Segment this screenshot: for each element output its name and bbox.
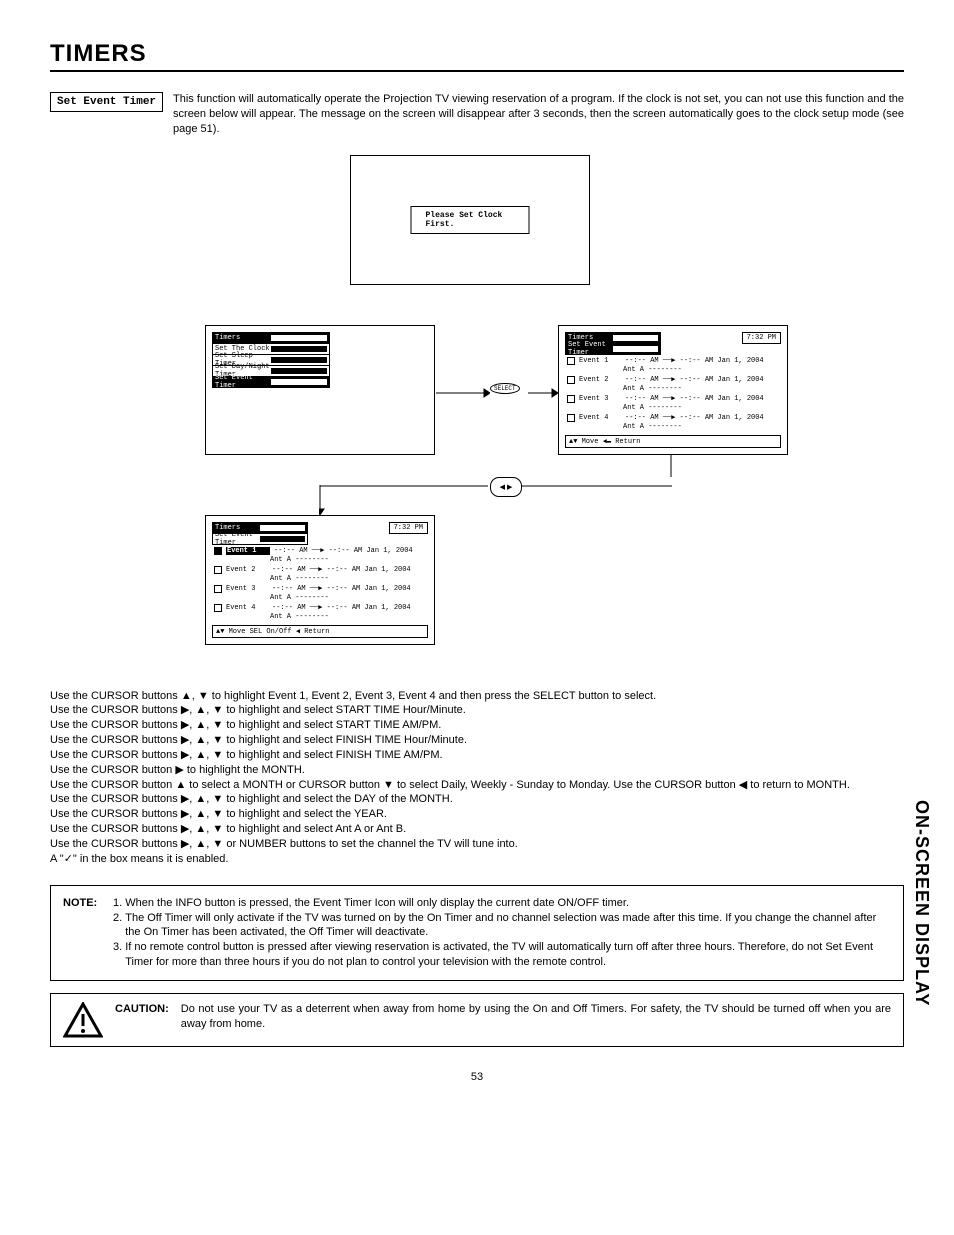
instruction-line: Use the CURSOR buttons ▶, ▲, ▼ to highli… bbox=[50, 822, 904, 837]
checkbox-icon bbox=[214, 566, 222, 574]
section-label: Set Event Timer bbox=[50, 92, 163, 112]
side-tab: ON-SCREEN DISPLAY bbox=[911, 800, 932, 1006]
checkbox-icon bbox=[567, 376, 575, 384]
event-sub: Ant A -------- bbox=[212, 613, 428, 622]
screen-timers-menu: Timers Set The Clock Set Sleep Timer Set… bbox=[205, 325, 435, 455]
event-sub: Ant A -------- bbox=[565, 385, 781, 394]
menu-subtitle: Set Event Timer bbox=[215, 531, 260, 547]
arrow-icon bbox=[271, 357, 327, 363]
instruction-line: Use the CURSOR button ▶ to highlight the… bbox=[50, 763, 904, 778]
event-row: Event 3--:-- AM ──▶ --:-- AM Jan 1, 2004 bbox=[565, 394, 781, 404]
event-sub: Ant A -------- bbox=[565, 423, 781, 432]
select-button-icon: SELECT bbox=[490, 383, 520, 394]
event-row: Event 1--:-- AM ──▶ --:-- AM Jan 1, 2004 bbox=[565, 356, 781, 366]
page-title: TIMERS bbox=[50, 40, 904, 72]
arrow-icon bbox=[271, 379, 327, 385]
footer-hint: ▲▼ Move SEL On/Off ◀ Return bbox=[212, 625, 428, 638]
clock-display: 7:32 PM bbox=[389, 522, 428, 534]
instruction-line: Use the CURSOR buttons ▶, ▲, ▼ or NUMBER… bbox=[50, 837, 904, 852]
intro-paragraph: This function will automatically operate… bbox=[173, 92, 904, 137]
arrow-icon bbox=[271, 346, 327, 352]
event-sub: Ant A -------- bbox=[565, 366, 781, 375]
event-row: Event 4--:-- AM ──▶ --:-- AM Jan 1, 2004 bbox=[212, 603, 428, 613]
instructions-block: Use the CURSOR buttons ▲, ▼ to highlight… bbox=[50, 689, 904, 867]
event-row: Event 2--:-- AM ──▶ --:-- AM Jan 1, 2004 bbox=[212, 565, 428, 575]
screen-event-list: Timers Set Event Timer 7:32 PM Event 1--… bbox=[558, 325, 788, 455]
arrow-icon bbox=[260, 536, 305, 542]
note-label: NOTE: bbox=[63, 896, 97, 970]
arrow-line bbox=[320, 485, 488, 487]
instruction-line: Use the CURSOR buttons ▶, ▲, ▼ to highli… bbox=[50, 748, 904, 763]
event-row: Event 2--:-- AM ──▶ --:-- AM Jan 1, 2004 bbox=[565, 375, 781, 385]
note-item: The Off Timer will only activate if the … bbox=[125, 911, 891, 941]
caution-text: Do not use your TV as a deterrent when a… bbox=[181, 1002, 891, 1032]
arrow-icon bbox=[528, 388, 558, 398]
screen-event-detail: Timers Set Event Timer 7:32 PM Event 1--… bbox=[205, 515, 435, 645]
warning-icon bbox=[63, 1002, 103, 1038]
page-number: 53 bbox=[50, 1071, 904, 1083]
diagram-area: Please Set Clock First. Timers Set The C… bbox=[50, 145, 904, 675]
arrow-icon bbox=[319, 485, 329, 515]
footer-hint: ▲▼ Move ◀▬ Return bbox=[565, 435, 781, 448]
instruction-line: Use the CURSOR buttons ▶, ▲, ▼ to highli… bbox=[50, 703, 904, 718]
note-box: NOTE: When the INFO button is pressed, t… bbox=[50, 885, 904, 981]
menu-item-selected: Set Event Timer bbox=[215, 374, 271, 390]
event-sub: Ant A -------- bbox=[212, 575, 428, 584]
caution-box: CAUTION: Do not use your TV as a deterre… bbox=[50, 993, 904, 1047]
screen-clock-warning: Please Set Clock First. bbox=[350, 155, 590, 285]
event-sub: Ant A -------- bbox=[565, 404, 781, 413]
checkbox-icon bbox=[567, 357, 575, 365]
instruction-line: A "✓" in the box means it is enabled. bbox=[50, 852, 904, 867]
arrow-icon bbox=[271, 368, 327, 374]
event-row: Event 3--:-- AM ──▶ --:-- AM Jan 1, 2004 bbox=[212, 584, 428, 594]
note-item: When the INFO button is pressed, the Eve… bbox=[125, 896, 891, 911]
instruction-line: Use the CURSOR buttons ▶, ▲, ▼ to highli… bbox=[50, 718, 904, 733]
menu-title: Timers bbox=[215, 334, 271, 342]
note-item: If no remote control button is pressed a… bbox=[125, 940, 891, 970]
event-row-selected: Event 1--:-- AM ──▶ --:-- AM Jan 1, 2004 bbox=[212, 546, 428, 556]
clock-warning-text: Please Set Clock First. bbox=[411, 206, 530, 234]
arrow-icon bbox=[613, 346, 658, 352]
menu-subtitle: Set Event Timer bbox=[568, 341, 613, 357]
arrow-icon bbox=[260, 525, 305, 531]
event-sub: Ant A -------- bbox=[212, 594, 428, 603]
arrow-icon bbox=[436, 388, 490, 398]
event-sub: Ant A -------- bbox=[212, 556, 428, 565]
clock-display: 7:32 PM bbox=[742, 332, 781, 344]
event-row: Event 4--:-- AM ──▶ --:-- AM Jan 1, 2004 bbox=[565, 413, 781, 423]
checkbox-icon bbox=[214, 604, 222, 612]
instruction-line: Use the CURSOR buttons ▶, ▲, ▼ to highli… bbox=[50, 792, 904, 807]
instruction-line: Use the CURSOR button ▲ to select a MONT… bbox=[50, 778, 904, 793]
instruction-line: Use the CURSOR buttons ▶, ▲, ▼ to highli… bbox=[50, 733, 904, 748]
checkbox-icon bbox=[214, 547, 222, 555]
instruction-line: Use the CURSOR buttons ▲, ▼ to highlight… bbox=[50, 689, 904, 704]
arrow-icon bbox=[613, 335, 658, 341]
arrow-line bbox=[522, 485, 672, 487]
checkbox-icon bbox=[567, 395, 575, 403]
checkbox-icon bbox=[567, 414, 575, 422]
arrow-line bbox=[670, 455, 672, 477]
checkbox-icon bbox=[214, 585, 222, 593]
menu-arrow-icon bbox=[271, 335, 327, 341]
instruction-line: Use the CURSOR buttons ▶, ▲, ▼ to highli… bbox=[50, 807, 904, 822]
cursor-pad-icon: ◀ ▶ bbox=[490, 477, 522, 497]
caution-label: CAUTION: bbox=[115, 1002, 169, 1017]
